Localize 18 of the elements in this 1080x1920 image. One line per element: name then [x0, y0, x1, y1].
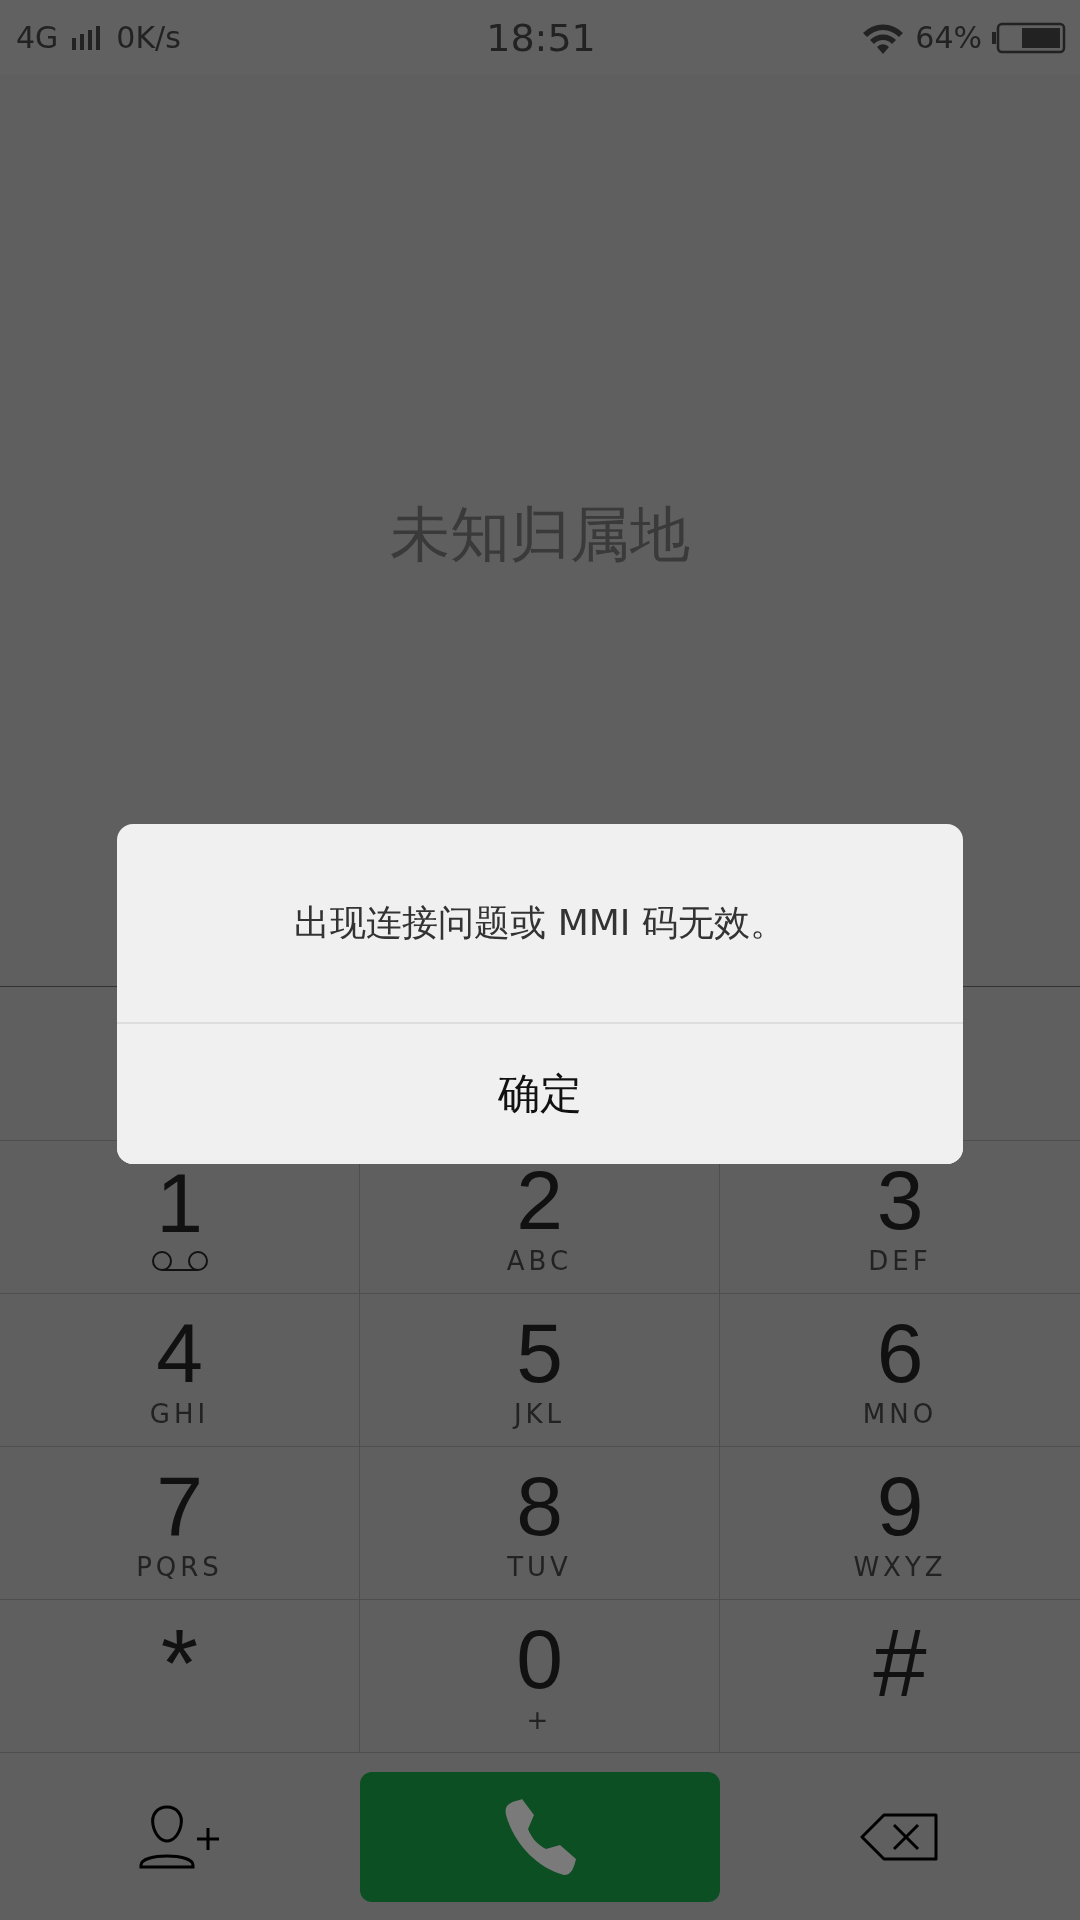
dial-key[interactable]: 5 JKL	[360, 1294, 720, 1447]
call-button[interactable]	[360, 1771, 720, 1902]
dial-key[interactable]: 4 GHI	[0, 1294, 360, 1447]
voicemail-icon	[149, 1249, 210, 1273]
dial-key[interactable]: 9 WXYZ	[720, 1447, 1080, 1600]
signal-icon	[72, 25, 103, 50]
network-type: 4G	[16, 20, 59, 55]
dial-key[interactable]: 8 TUV	[360, 1447, 720, 1600]
dial-key[interactable]: 6 MNO	[720, 1294, 1080, 1447]
battery-percent: 64%	[915, 20, 982, 55]
battery-icon	[992, 21, 1066, 54]
dial-key[interactable]: 7 PQRS	[0, 1447, 360, 1600]
dial-key[interactable]: 0 +	[360, 1600, 720, 1753]
clock: 18:51	[486, 15, 596, 60]
backspace-icon[interactable]	[860, 1812, 940, 1861]
dial-key[interactable]: #	[720, 1600, 1080, 1753]
network-speed: 0K/s	[116, 20, 181, 55]
dial-key[interactable]: *	[0, 1600, 360, 1753]
